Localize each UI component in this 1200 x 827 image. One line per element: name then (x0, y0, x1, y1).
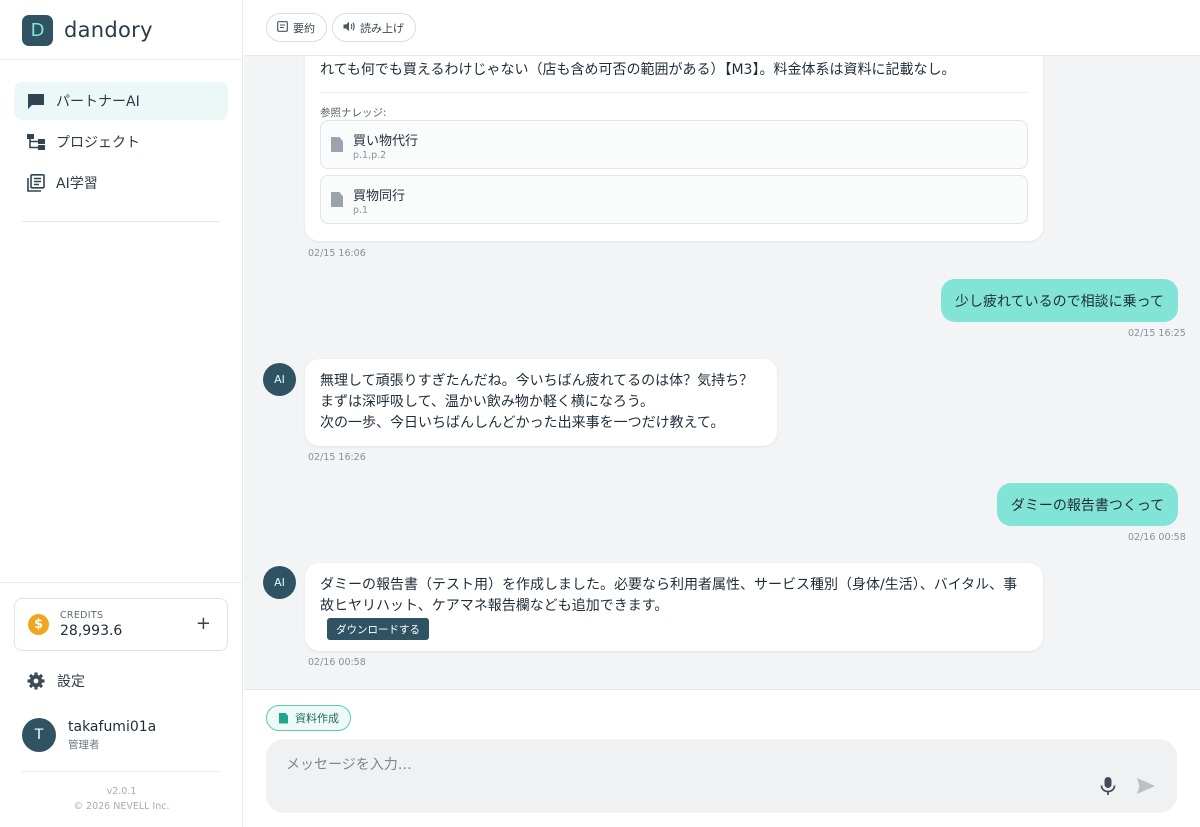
create-document-chip[interactable]: 資料作成 (266, 705, 351, 731)
reference-item[interactable]: 買い物代行 p.1,p.2 (320, 120, 1028, 169)
sidebar-item-label: AI学習 (56, 176, 98, 192)
reference-item[interactable]: 買物同行 p.1 (320, 175, 1028, 224)
summary-button[interactable]: 要約 (266, 13, 327, 42)
user-role: 管理者 (68, 738, 100, 751)
document-icon (279, 712, 288, 724)
main-panel: 要約 読み上げ れても何でも買えるわけじゃない（店も含め可否の範囲がある）【M3… (244, 0, 1200, 827)
sidebar-item-ai-learning[interactable]: AI学習 (14, 164, 228, 202)
sidebar-item-project[interactable]: プロジェクト (14, 123, 228, 161)
message-line: 次の一歩、今日いちばんしんどかった出来事を一つだけ教えて。 (320, 415, 725, 431)
divider (320, 92, 1028, 93)
message-timestamp: 02/15 16:26 (308, 452, 366, 463)
user-profile[interactable]: T takafumi01a 管理者 (22, 718, 156, 752)
message-text: 無理して頑張りすぎたんだね。今いちばん疲れてるのは体？気持ち？ まずは深呼吸して… (320, 371, 753, 434)
settings-link[interactable]: 設定 (26, 670, 85, 692)
composer: 資料作成 (244, 689, 1200, 827)
divider (0, 59, 243, 60)
message-input-box (266, 739, 1177, 813)
user-message: 少し疲れているので相談に乗って (941, 279, 1178, 322)
divider (22, 771, 220, 772)
message-line: 無理して頑張りすぎたんだね。今いちばん疲れてるのは体？気持ち？ (320, 373, 754, 389)
brand-name: dandory (64, 18, 153, 42)
summary-label: 要約 (293, 21, 315, 35)
read-aloud-button[interactable]: 読み上げ (332, 13, 416, 42)
credits-panel: $ CREDITS 28,993.6 + (14, 598, 228, 651)
message-timestamp: 02/15 16:25 (1128, 328, 1186, 339)
user-message: ダミーの報告書つくって (997, 483, 1178, 526)
ai-avatar: AI (263, 363, 296, 396)
send-icon[interactable] (1136, 777, 1156, 795)
brand[interactable]: D dandory (22, 14, 153, 46)
message-input[interactable] (286, 753, 1066, 777)
credits-value: 28,993.6 (60, 623, 123, 639)
divider (22, 221, 220, 222)
ai-message: 無理して頑張りすぎたんだね。今いちばん疲れてるのは体？気持ち？ まずは深呼吸して… (305, 359, 777, 446)
reference-title: 買物同行 (353, 189, 406, 204)
version-label: v2.0.1 (106, 786, 137, 797)
sidebar-item-label: プロジェクト (56, 135, 140, 151)
read-aloud-label: 読み上げ (360, 21, 404, 35)
ai-message: ダミーの報告書（テスト用）を作成しました。必要なら利用者属性、サービス種別（身体… (305, 563, 1043, 651)
document-icon (331, 137, 343, 152)
divider (0, 582, 243, 583)
sidebar-nav: パートナーAI プロジェクト AI学習 (14, 82, 228, 205)
summary-icon (277, 20, 288, 35)
sidebar: D dandory パートナーAI プロジェクト AI学習 $ CREDITS (0, 0, 243, 827)
message-line: まずは深呼吸して、温かい飲み物か軽く横になろう。 (320, 394, 655, 410)
chat-icon (26, 92, 45, 111)
chat-toolbar: 要約 読み上げ (244, 0, 1200, 56)
message-timestamp: 02/15 16:06 (308, 248, 366, 259)
chip-label: 資料作成 (295, 712, 339, 725)
reference-title: 買い物代行 (353, 134, 419, 149)
message-timestamp: 02/16 00:58 (308, 657, 366, 668)
speaker-icon (343, 21, 355, 35)
ai-message: れても何でも買えるわけじゃない（店も含め可否の範囲がある）【M3】。料金体系は資… (305, 56, 1043, 241)
avatar: T (22, 718, 56, 752)
add-credits-button[interactable]: + (196, 613, 211, 634)
chat-thread: れても何でも買えるわけじゃない（店も含め可否の範囲がある）【M3】。料金体系は資… (244, 56, 1200, 689)
message-line: 故ヒヤリハット、ケアマネ報告欄なども追加できます。 (320, 598, 669, 614)
microphone-icon[interactable] (1098, 775, 1118, 797)
copyright: © 2026 NEVELL Inc. (73, 801, 170, 812)
credits-label: CREDITS (60, 610, 104, 621)
reference-pages: p.1,p.2 (353, 150, 387, 161)
library-icon (26, 174, 45, 193)
message-line: ダミーの報告書（テスト用）を作成しました。必要なら利用者属性、サービス種別（身体… (320, 577, 1018, 593)
project-tree-icon (26, 133, 45, 152)
reference-pages: p.1 (353, 205, 369, 216)
message-timestamp: 02/16 00:58 (1128, 532, 1186, 543)
document-icon (331, 192, 343, 207)
ai-avatar: AI (263, 566, 296, 599)
message-text: れても何でも買えるわけじゃない（店も含め可否の範囲がある）【M3】。料金体系は資… (320, 62, 956, 78)
message-text: ダミーの報告書（テスト用）を作成しました。必要なら利用者属性、サービス種別（身体… (320, 575, 1017, 617)
gear-icon (26, 672, 45, 691)
brand-logo: D (22, 14, 53, 46)
reference-label: 参照ナレッジ: (320, 107, 387, 119)
sidebar-item-label: パートナーAI (56, 94, 140, 110)
user-name: takafumi01a (68, 718, 157, 735)
coin-icon: $ (28, 614, 49, 635)
download-button[interactable]: ダウンロードする (327, 618, 429, 640)
sidebar-item-partner-ai[interactable]: パートナーAI (14, 82, 228, 120)
settings-label: 設定 (57, 674, 85, 690)
version-info: v2.0.1 © 2026 NEVELL Inc. (0, 784, 243, 814)
